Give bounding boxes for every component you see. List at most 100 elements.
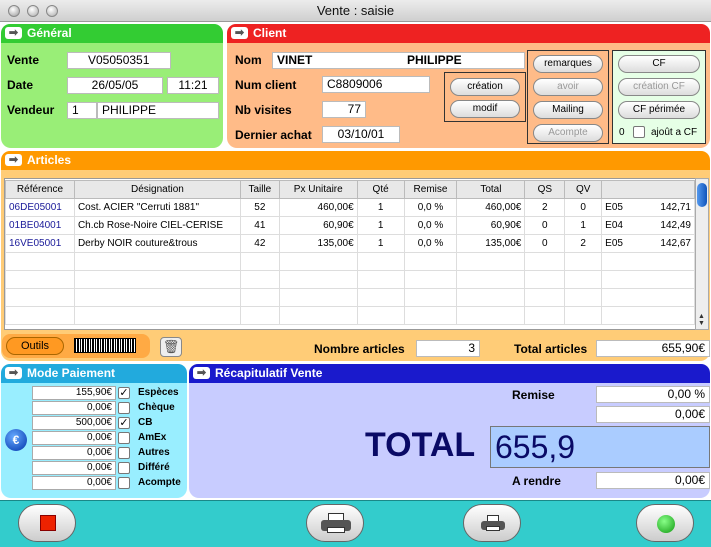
scrollbar-thumb[interactable] xyxy=(697,183,707,207)
modif-button[interactable]: modif xyxy=(450,100,520,118)
nb-visites-field[interactable]: 77 xyxy=(322,101,366,118)
payment-amount-field[interactable]: 500,00€ xyxy=(32,416,116,430)
nombre-articles-field: 3 xyxy=(416,340,480,357)
mailing-button[interactable]: Mailing xyxy=(533,101,603,119)
ajout-cf-checkbox[interactable] xyxy=(633,126,645,138)
table-cell-des: Cost. ACIER "Cerruti 1881" xyxy=(73,198,241,217)
payment-checkbox[interactable] xyxy=(118,447,130,459)
table-cell-remise: 0,0 % xyxy=(403,198,458,217)
column-header[interactable]: Taille xyxy=(239,180,280,199)
cancel-button[interactable] xyxy=(18,504,76,542)
client-title: Client xyxy=(253,26,287,40)
payment-checkbox[interactable] xyxy=(118,432,130,444)
time-field[interactable]: 11:21 xyxy=(167,77,219,94)
creation-button[interactable]: création xyxy=(450,78,520,96)
payment-amount-field[interactable]: 0,00€ xyxy=(32,431,116,445)
column-header[interactable]: QV xyxy=(564,180,603,199)
close-window-button[interactable] xyxy=(8,5,20,17)
table-row[interactable]: 06DE05001 Cost. ACIER "Cerruti 1881" 52 460… xyxy=(5,198,695,217)
vendeur-name-field[interactable]: PHILIPPE xyxy=(97,102,219,119)
table-cell-ref: 06DE05001 xyxy=(5,198,75,217)
column-header[interactable]: Référence xyxy=(5,180,75,199)
print-button[interactable] xyxy=(306,504,364,542)
table-cell-qte xyxy=(356,270,405,289)
table-cell-des: Ch.cb Rose-Noire CIEL-CERISE xyxy=(73,216,241,235)
outils-button[interactable]: Outils xyxy=(6,337,64,355)
table-row[interactable] xyxy=(5,252,695,271)
payment-amount-field[interactable]: 0,00€ xyxy=(32,401,116,415)
table-cell-qv: 1 xyxy=(564,216,603,235)
column-header[interactable]: Remise xyxy=(403,180,458,199)
table-row[interactable] xyxy=(5,306,695,325)
green-light-icon xyxy=(657,515,675,533)
payment-amount-field[interactable]: 0,00€ xyxy=(32,476,116,490)
table-cell-qv: 0 xyxy=(564,198,603,217)
vendeur-num-field[interactable]: 1 xyxy=(67,102,97,119)
table-row[interactable] xyxy=(5,288,695,307)
avoir-button[interactable]: avoir xyxy=(533,78,603,96)
code-number: 142,49 xyxy=(660,220,691,231)
payment-checkbox[interactable] xyxy=(118,462,130,474)
table-cell-qte: 1 xyxy=(356,198,405,217)
table-cell-total xyxy=(456,252,526,271)
payment-checkbox[interactable] xyxy=(118,477,130,489)
date-label: Date xyxy=(7,78,34,92)
print-small-button[interactable] xyxy=(463,504,521,542)
remise-amount-field[interactable]: 0,00€ xyxy=(596,406,710,423)
cf-button[interactable]: CF xyxy=(618,55,700,73)
cf-perimee-button[interactable]: CF périmée xyxy=(618,101,700,119)
client-actions-group: création modif xyxy=(444,72,526,122)
column-header[interactable]: Px Unitaire xyxy=(278,180,358,199)
zoom-window-button[interactable] xyxy=(46,5,58,17)
payment-label: CB xyxy=(138,417,153,428)
table-row[interactable] xyxy=(5,270,695,289)
table-cell-total xyxy=(456,288,526,307)
vendeur-label: Vendeur xyxy=(7,103,55,117)
remise-pct-field[interactable]: 0,00 % xyxy=(596,386,710,403)
articles-title: Articles xyxy=(27,153,72,167)
payment-amount-field[interactable]: 155,90€ xyxy=(32,386,116,400)
trash-icon[interactable]: 🗑 xyxy=(160,337,182,357)
total-articles-label: Total articles xyxy=(514,342,588,356)
column-header[interactable]: Désignation xyxy=(73,180,241,199)
validate-button[interactable] xyxy=(636,504,694,542)
scroll-arrows-icon[interactable]: ▲ ▼ xyxy=(698,313,705,327)
barcode-icon[interactable] xyxy=(74,338,136,353)
payment-amount-field[interactable]: 0,00€ xyxy=(32,446,116,460)
table-row[interactable]: 01BE04001 Ch.cb Rose-Noire CIEL-CERISE 41 6… xyxy=(5,216,695,235)
table-cell-taille xyxy=(239,306,280,325)
table-cell-total xyxy=(456,270,526,289)
euro-icon[interactable]: € xyxy=(5,429,27,451)
column-header[interactable] xyxy=(601,180,695,199)
recap-header: ➡ Récapitulatif Vente xyxy=(189,364,710,383)
column-header[interactable]: Total xyxy=(456,180,526,199)
table-cell-taille: 41 xyxy=(239,216,280,235)
column-header[interactable]: Qté xyxy=(356,180,405,199)
table-cell-ref xyxy=(5,252,75,271)
stop-square-icon xyxy=(40,515,56,531)
table-cell-qv: 2 xyxy=(564,234,603,253)
vente-field[interactable]: V05050351 xyxy=(67,52,171,69)
remarques-button[interactable]: remarques xyxy=(533,55,603,73)
nom-field[interactable]: VINET PHILIPPE xyxy=(272,52,525,69)
table-row[interactable]: 16VE05001 Derby NOIR couture&trous 42 135,0… xyxy=(5,234,695,253)
dernier-achat-field[interactable]: 03/10/01 xyxy=(322,126,400,143)
table-cell-code xyxy=(601,270,695,289)
acompte-button[interactable]: Acompte xyxy=(533,124,603,142)
payment-amount-field[interactable]: 0,00€ xyxy=(32,461,116,475)
payment-checkbox[interactable] xyxy=(118,402,130,414)
table-cell-code: E05 142,67 xyxy=(601,234,695,253)
num-client-field[interactable]: C8809006 xyxy=(322,76,430,93)
window-title: Vente : saisie xyxy=(316,3,395,18)
prenom-value: PHILIPPE xyxy=(407,53,462,67)
creation-cf-button[interactable]: création CF xyxy=(618,78,700,96)
payment-checkbox[interactable]: ✓ xyxy=(118,417,130,429)
date-field[interactable]: 26/05/05 xyxy=(67,77,163,94)
minimize-window-button[interactable] xyxy=(27,5,39,17)
payment-checkbox[interactable]: ✓ xyxy=(118,387,130,399)
column-header[interactable]: QS xyxy=(524,180,566,199)
articles-scrollbar[interactable]: ▲ ▼ xyxy=(695,178,709,330)
table-cell-total: 135,00€ xyxy=(456,234,526,253)
vente-label: Vente xyxy=(7,53,40,67)
table-cell-remise xyxy=(403,306,458,325)
